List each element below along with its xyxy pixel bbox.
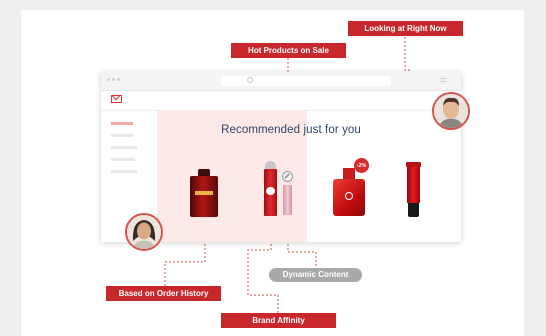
product-disabled-bottle — [282, 171, 293, 215]
search-icon — [247, 77, 253, 83]
browser-titlebar — [101, 72, 461, 91]
product-deodorant-spray[interactable] — [264, 161, 277, 216]
brand-affinity-tag: Brand Affinity — [221, 313, 336, 328]
sidebar-item[interactable] — [111, 158, 135, 161]
blocked-icon — [282, 171, 293, 182]
sidebar-item-active[interactable] — [111, 122, 133, 125]
sidebar-item[interactable] — [111, 146, 137, 149]
looking-now-tag: Looking at Right Now — [348, 21, 463, 36]
menu-icon[interactable] — [440, 78, 446, 84]
dynamic-content-tag: Dynamic Content — [269, 268, 362, 282]
avatar-male-user — [432, 92, 470, 130]
product-perfume-box[interactable] — [190, 169, 218, 217]
product-red-cologne[interactable] — [333, 168, 365, 218]
sidebar-item[interactable] — [111, 170, 137, 173]
mail-icon[interactable] — [111, 95, 122, 103]
discount-badge: -2% — [354, 158, 369, 173]
avatar-female-user — [125, 213, 163, 251]
window-controls[interactable] — [107, 78, 120, 81]
email-sidebar — [111, 122, 137, 182]
email-toolbar — [101, 91, 461, 111]
recommendation-heading: Recommended just for you — [221, 124, 361, 136]
address-bar[interactable] — [221, 76, 391, 86]
hot-products-tag: Hot Products on Sale — [231, 43, 346, 58]
order-history-tag: Based on Order History — [106, 286, 221, 301]
sidebar-item[interactable] — [111, 134, 133, 137]
product-lotion-tube[interactable] — [406, 162, 421, 217]
